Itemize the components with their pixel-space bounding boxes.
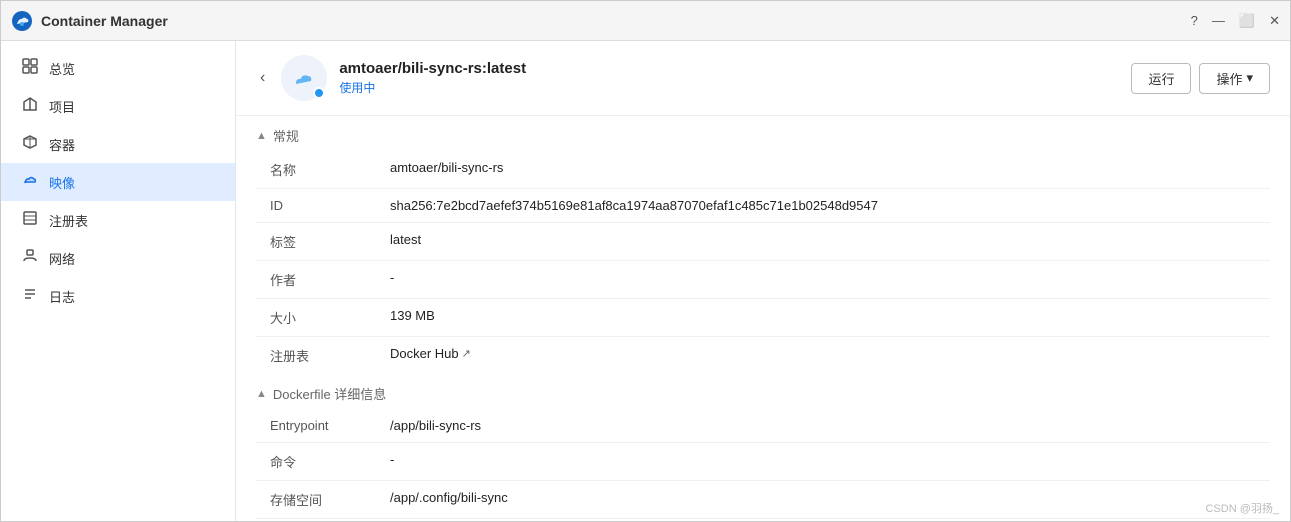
sidebar-label-project: 项目 bbox=[49, 97, 75, 116]
table-row: 作者 - bbox=[256, 261, 1270, 299]
table-row: 标签 latest bbox=[256, 223, 1270, 261]
field-value: - bbox=[376, 443, 1270, 481]
field-label: ID bbox=[256, 189, 376, 223]
sidebar-label-registry: 注册表 bbox=[49, 211, 88, 230]
field-value: - bbox=[376, 261, 1270, 299]
table-row: 大小 139 MB bbox=[256, 299, 1270, 337]
registry-link[interactable]: Docker Hub ↗ bbox=[390, 346, 471, 361]
sidebar-item-network[interactable]: 网络 bbox=[1, 239, 235, 277]
field-value: /app/bili-sync-rs bbox=[376, 409, 1270, 443]
dropdown-arrow-icon: ▾ bbox=[1246, 70, 1253, 86]
content-area: ‹ amtoaer/bili-sync-rs:latest 使用中 运行 bbox=[236, 41, 1290, 521]
overview-icon bbox=[21, 58, 39, 78]
sidebar-label-image: 映像 bbox=[49, 173, 75, 192]
run-button[interactable]: 运行 bbox=[1131, 63, 1191, 94]
container-icon bbox=[21, 134, 39, 154]
field-value: sha256:7e2bcd7aefef374b5169e81af8ca1974a… bbox=[376, 189, 1270, 223]
table-row: 命令 - bbox=[256, 443, 1270, 481]
sidebar-item-project[interactable]: 项目 bbox=[1, 87, 235, 125]
general-section: ▲ 常规 名称 amtoaer/bili-sync-rs ID sha256:7… bbox=[236, 116, 1290, 374]
help-button[interactable]: ? bbox=[1191, 13, 1198, 28]
table-row: Entrypoint /app/bili-sync-rs bbox=[256, 409, 1270, 443]
field-label: 标签 bbox=[256, 223, 376, 261]
dockerfile-section-title: Dockerfile 详细信息 bbox=[273, 384, 386, 403]
window-controls: ? — ⬜ ✕ bbox=[1191, 13, 1280, 29]
field-value: 139 MB bbox=[376, 299, 1270, 337]
field-label: 作者 bbox=[256, 261, 376, 299]
header-actions: 运行 操作 ▾ bbox=[1131, 63, 1270, 94]
app-window: Container Manager ? — ⬜ ✕ 总览 bbox=[0, 0, 1291, 522]
field-label: 存储空间 bbox=[256, 481, 376, 519]
dockerfile-info-table: Entrypoint /app/bili-sync-rs 命令 - 存储空间 /… bbox=[256, 409, 1270, 521]
sidebar-item-image[interactable]: 映像 bbox=[1, 163, 235, 201]
sidebar-label-log: 日志 bbox=[49, 287, 75, 306]
back-button[interactable]: ‹ bbox=[256, 67, 269, 89]
dockerfile-section-header: ▲ Dockerfile 详细信息 bbox=[256, 374, 1270, 409]
table-row: ID sha256:7e2bcd7aefef374b5169e81af8ca19… bbox=[256, 189, 1270, 223]
field-value: /app/.config/bili-sync bbox=[376, 481, 1270, 519]
field-value: latest bbox=[376, 223, 1270, 261]
sidebar-item-container[interactable]: 容器 bbox=[1, 125, 235, 163]
main-body: 总览 项目 bbox=[1, 41, 1290, 521]
image-title: amtoaer/bili-sync-rs:latest bbox=[339, 60, 1119, 77]
watermark: CSDN @羽扬_ bbox=[1205, 500, 1279, 516]
table-row: 名称 amtoaer/bili-sync-rs bbox=[256, 151, 1270, 189]
registry-link-text: Docker Hub bbox=[390, 346, 459, 361]
image-status: 使用中 bbox=[339, 79, 1119, 96]
field-value: amtoaer/bili-sync-rs bbox=[376, 151, 1270, 189]
sidebar-label-network: 网络 bbox=[49, 249, 75, 268]
field-label: 注册表 bbox=[256, 337, 376, 375]
field-label: 对外端口 bbox=[256, 519, 376, 522]
general-toggle-icon[interactable]: ▲ bbox=[256, 130, 267, 142]
sidebar-item-log[interactable]: 日志 bbox=[1, 277, 235, 315]
project-icon bbox=[21, 96, 39, 116]
field-value: - bbox=[376, 519, 1270, 522]
header-info: amtoaer/bili-sync-rs:latest 使用中 bbox=[339, 60, 1119, 96]
sidebar: 总览 项目 bbox=[1, 41, 236, 521]
image-icon bbox=[21, 172, 39, 192]
field-label: Entrypoint bbox=[256, 409, 376, 443]
status-dot bbox=[313, 87, 325, 99]
sidebar-label-overview: 总览 bbox=[49, 59, 75, 78]
image-thumbnail bbox=[281, 55, 327, 101]
content-header: ‹ amtoaer/bili-sync-rs:latest 使用中 运行 bbox=[236, 41, 1290, 116]
field-label: 名称 bbox=[256, 151, 376, 189]
sidebar-item-registry[interactable]: 注册表 bbox=[1, 201, 235, 239]
general-section-title: 常规 bbox=[273, 126, 299, 145]
table-row: 对外端口 - bbox=[256, 519, 1270, 522]
external-link-icon: ↗ bbox=[462, 347, 471, 360]
field-label: 大小 bbox=[256, 299, 376, 337]
general-info-table: 名称 amtoaer/bili-sync-rs ID sha256:7e2bcd… bbox=[256, 151, 1270, 374]
operate-button[interactable]: 操作 ▾ bbox=[1199, 63, 1270, 94]
sidebar-label-container: 容器 bbox=[49, 135, 75, 154]
table-row: 存储空间 /app/.config/bili-sync bbox=[256, 481, 1270, 519]
title-bar: Container Manager ? — ⬜ ✕ bbox=[1, 1, 1290, 41]
general-section-header: ▲ 常规 bbox=[256, 116, 1270, 151]
app-icon bbox=[11, 10, 33, 32]
operate-label: 操作 bbox=[1216, 69, 1242, 88]
field-value: Docker Hub ↗ bbox=[376, 337, 1270, 375]
table-row: 注册表 Docker Hub ↗ bbox=[256, 337, 1270, 375]
dockerfile-section: ▲ Dockerfile 详细信息 Entrypoint /app/bili-s… bbox=[236, 374, 1290, 521]
minimize-button[interactable]: — bbox=[1212, 13, 1225, 28]
app-title: Container Manager bbox=[41, 13, 1191, 29]
sidebar-item-overview[interactable]: 总览 bbox=[1, 49, 235, 87]
close-button[interactable]: ✕ bbox=[1269, 13, 1280, 29]
field-label: 命令 bbox=[256, 443, 376, 481]
log-icon bbox=[21, 286, 39, 306]
maximize-button[interactable]: ⬜ bbox=[1239, 13, 1255, 29]
network-icon bbox=[21, 248, 39, 268]
registry-icon bbox=[21, 210, 39, 230]
dockerfile-toggle-icon[interactable]: ▲ bbox=[256, 388, 267, 400]
